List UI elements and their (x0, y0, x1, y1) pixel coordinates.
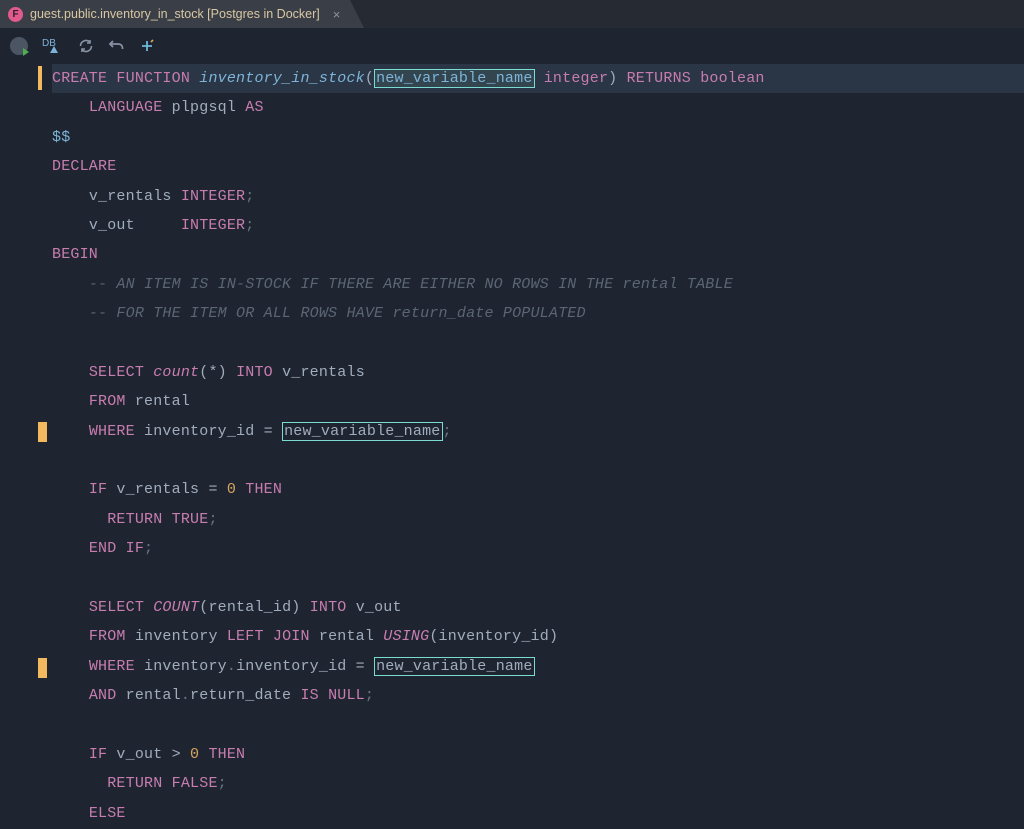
rename-target[interactable]: new_variable_name (374, 69, 534, 88)
code-line[interactable]: AND rental.return_date IS NULL; (52, 681, 1024, 710)
code-editor[interactable]: CREATE FUNCTION inventory_in_stock(new_v… (0, 64, 1024, 828)
upload-db-icon[interactable]: DB (42, 41, 64, 52)
code-line[interactable] (52, 329, 1024, 358)
code-line[interactable] (52, 446, 1024, 475)
run-icon[interactable] (10, 37, 28, 55)
rename-occurrence[interactable]: new_variable_name (374, 657, 534, 676)
function-badge-icon: F (8, 7, 23, 22)
code-line[interactable]: CREATE FUNCTION inventory_in_stock(new_v… (52, 64, 1024, 93)
code-line[interactable]: -- FOR THE ITEM OR ALL ROWS HAVE return_… (52, 299, 1024, 328)
change-marker-icon (38, 422, 47, 442)
code-line[interactable] (52, 711, 1024, 740)
code-line[interactable]: DECLARE (52, 152, 1024, 181)
code-line[interactable]: IF v_out > 0 THEN (52, 740, 1024, 769)
editor-toolbar: DB (0, 28, 1024, 64)
code-line[interactable]: v_rentals INTEGER; (52, 182, 1024, 211)
close-icon[interactable]: × (333, 7, 341, 22)
code-line[interactable]: FROM inventory LEFT JOIN rental USING(in… (52, 622, 1024, 651)
code-line[interactable]: v_out INTEGER; (52, 211, 1024, 240)
code-line[interactable]: RETURN FALSE; (52, 769, 1024, 798)
refresh-icon[interactable] (78, 38, 94, 54)
editor-tab[interactable]: F guest.public.inventory_in_stock [Postg… (0, 0, 350, 28)
tab-title: guest.public.inventory_in_stock [Postgre… (30, 7, 320, 21)
change-marker-icon (38, 658, 47, 678)
undo-icon[interactable] (108, 38, 126, 54)
code-line[interactable]: -- AN ITEM IS IN-STOCK IF THERE ARE EITH… (52, 270, 1024, 299)
code-line[interactable]: FROM rental (52, 387, 1024, 416)
tab-bar: F guest.public.inventory_in_stock [Postg… (0, 0, 1024, 28)
code-line[interactable]: $$ (52, 123, 1024, 152)
add-icon[interactable] (140, 39, 154, 53)
code-line[interactable]: WHERE inventory.inventory_id = new_varia… (52, 652, 1024, 681)
rename-occurrence[interactable]: new_variable_name (282, 422, 442, 441)
code-line[interactable]: WHERE inventory_id = new_variable_name; (52, 417, 1024, 446)
code-line[interactable]: LANGUAGE plpgsql AS (52, 93, 1024, 122)
code-line[interactable]: SELECT COUNT(rental_id) INTO v_out (52, 593, 1024, 622)
code-line[interactable]: BEGIN (52, 240, 1024, 269)
gutter (0, 64, 50, 828)
code-line[interactable]: RETURN TRUE; (52, 505, 1024, 534)
code-line[interactable]: ELSE (52, 799, 1024, 828)
code-line[interactable]: END IF; (52, 534, 1024, 563)
caret-marker-icon (38, 66, 42, 90)
code-line[interactable]: IF v_rentals = 0 THEN (52, 475, 1024, 504)
code-line[interactable] (52, 564, 1024, 593)
code-line[interactable]: SELECT count(*) INTO v_rentals (52, 358, 1024, 387)
